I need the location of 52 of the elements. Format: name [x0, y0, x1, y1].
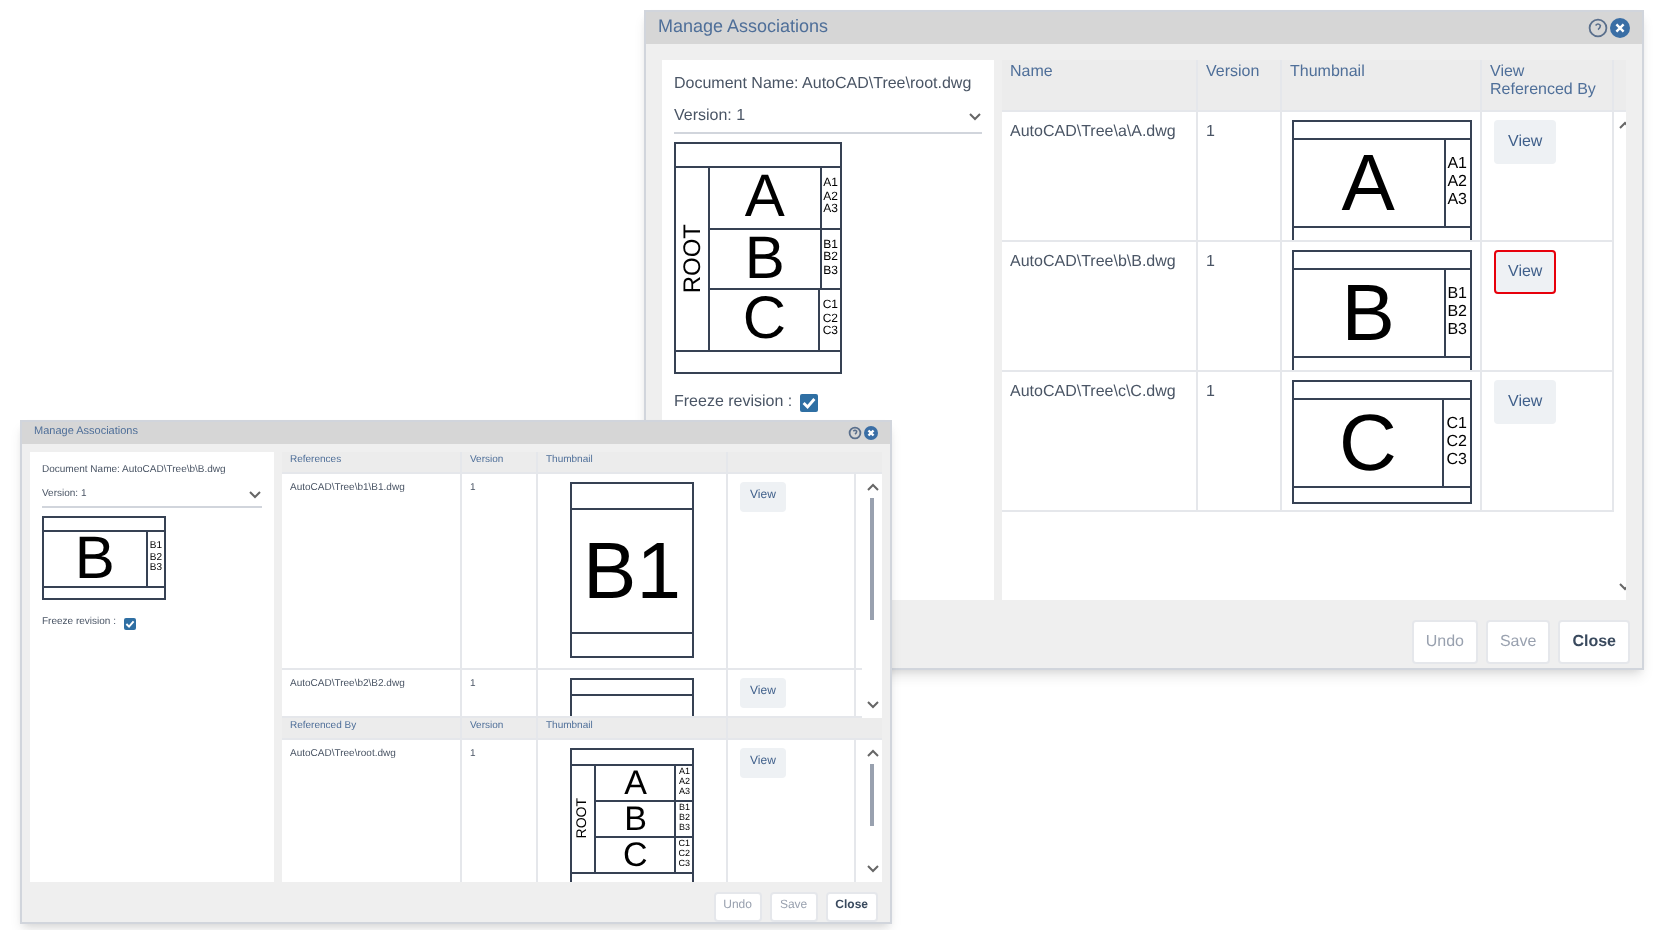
table-cell: 1: [1198, 112, 1282, 240]
drawing-label: A1: [1447, 156, 1467, 174]
close-icon[interactable]: [864, 426, 878, 440]
view-button[interactable]: View: [1494, 120, 1557, 164]
drawing-letter: B: [622, 801, 649, 837]
drawing-letter: A: [1339, 140, 1397, 226]
drawing-letter: B: [72, 531, 117, 587]
column-header: Version: [1198, 60, 1282, 110]
freeze-checkbox[interactable]: [123, 617, 136, 630]
drawing-label: C3: [1446, 451, 1467, 470]
table-cell: AutoCAD\Tree\a\A.dwg: [1002, 112, 1198, 240]
column-header: View Referenced By: [1482, 60, 1614, 110]
drawing-label: B3: [1447, 321, 1467, 340]
drawing-title: ROOT: [680, 224, 704, 294]
help-icon[interactable]: [848, 426, 862, 440]
scroll-up-icon[interactable]: [865, 748, 879, 758]
drawing-label: A2: [1447, 174, 1467, 192]
drawing-letter: A: [622, 765, 649, 800]
footer-button[interactable]: Close: [1558, 620, 1630, 664]
drawing-thumbnail: [570, 678, 694, 716]
document-name: Document Name: AutoCAD\Tree\root.dwg: [674, 72, 974, 96]
window-title: Manage Associations: [658, 14, 829, 41]
drawing-label: C2: [1446, 434, 1467, 452]
column-header: Thumbnail: [1282, 60, 1482, 110]
view-button[interactable]: View: [1494, 380, 1557, 424]
drawing-label: A3: [1447, 191, 1467, 210]
drawing-label: B2: [1447, 304, 1467, 322]
caret-icon: [248, 489, 262, 500]
table-cell: 1: [1198, 242, 1282, 370]
help-icon[interactable]: [1588, 18, 1608, 38]
column-header: Name: [1002, 60, 1198, 110]
table-cell: AutoCAD\Tree\b\B.dwg: [1002, 242, 1198, 370]
table-cell: AutoCAD\Tree\c\C.dwg: [1002, 372, 1198, 510]
drawing-label: C1: [1446, 416, 1467, 434]
table-cell: 1: [1198, 372, 1282, 510]
version-dropdown[interactable]: Version: 1: [674, 104, 982, 134]
close-icon[interactable]: [1610, 18, 1630, 38]
freeze-checkbox[interactable]: [800, 393, 819, 411]
scroll-down-icon[interactable]: [865, 700, 879, 710]
drawing-letter: B: [1339, 270, 1397, 356]
freeze-label: Freeze revision :: [674, 390, 793, 414]
drawing-letter: B: [742, 229, 787, 289]
scroll-down-icon[interactable]: [865, 864, 879, 874]
caret-icon: [968, 111, 982, 121]
drawing-letter: C: [620, 838, 650, 873]
drawing-letter: A: [742, 168, 787, 228]
drawing-letter: C: [1336, 400, 1399, 486]
scroll-up-icon[interactable]: [865, 482, 879, 492]
drawing-letter: B1: [581, 525, 683, 619]
drawing-label: B1: [1447, 286, 1467, 304]
view-button[interactable]: View: [1494, 250, 1557, 294]
drawing-letter: C: [740, 290, 788, 350]
